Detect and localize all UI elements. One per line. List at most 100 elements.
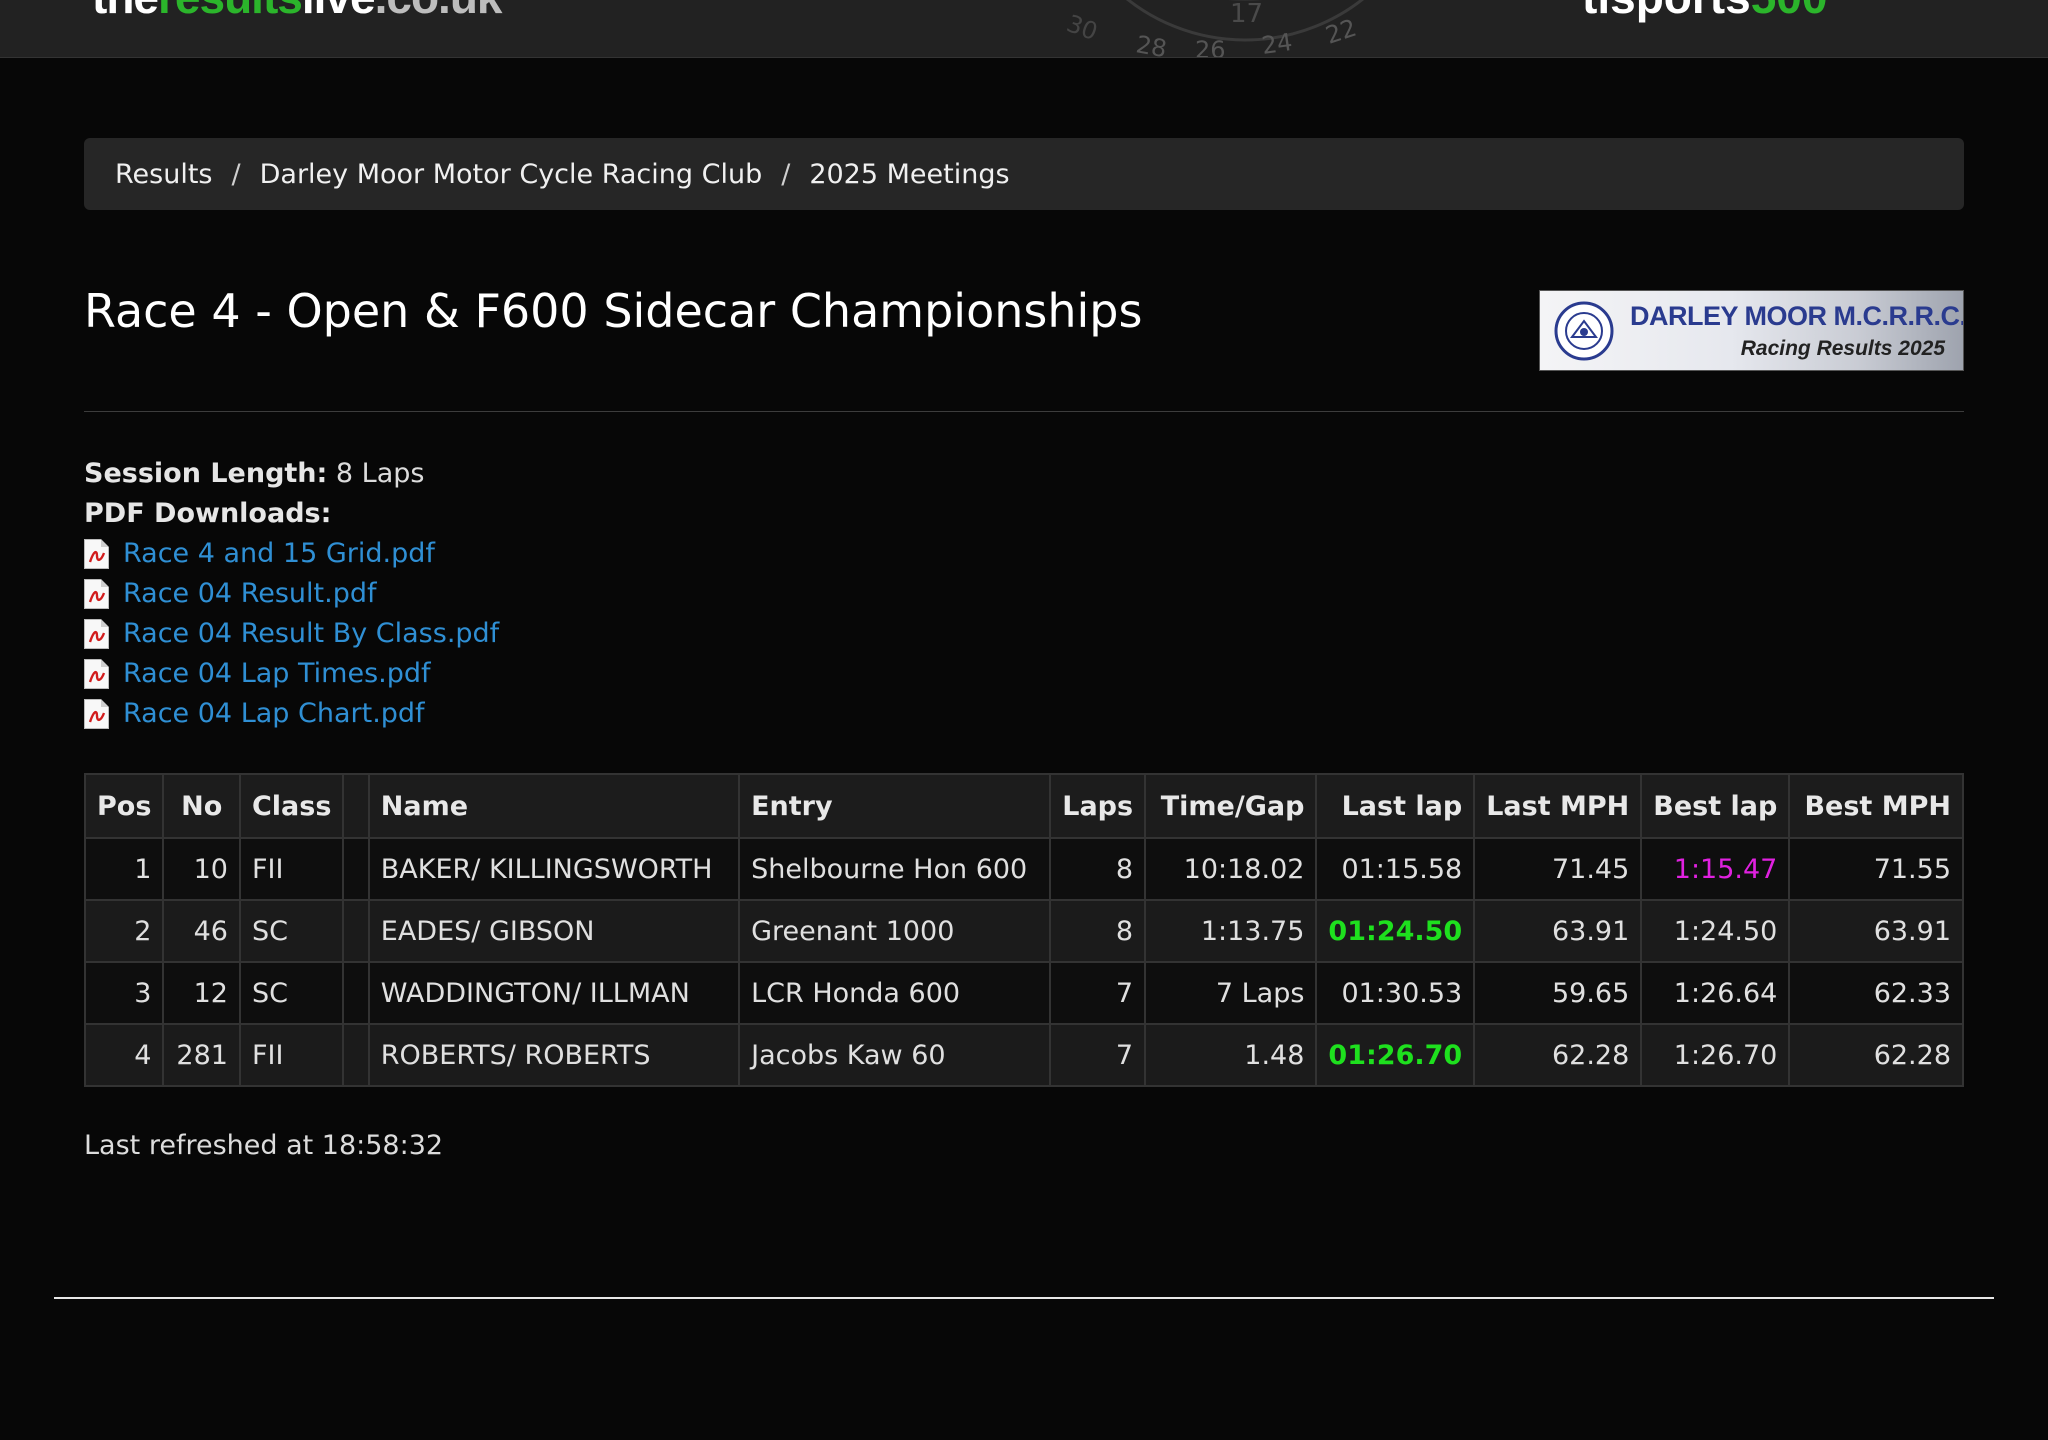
pdf-icon bbox=[84, 659, 109, 689]
dial-number: 22 bbox=[1322, 14, 1360, 50]
table-row[interactable]: 2 46 SC EADES/ GIBSON Greenant 1000 8 1:… bbox=[83, 899, 1964, 963]
col-header-time-gap[interactable]: Time/Gap bbox=[1144, 773, 1318, 839]
col-header-pos[interactable]: Pos bbox=[83, 773, 165, 839]
cell-laps: 7 bbox=[1049, 961, 1147, 1025]
cell-pos: 1 bbox=[83, 837, 165, 901]
cell-blank bbox=[342, 899, 370, 963]
col-header-class[interactable]: Class bbox=[238, 773, 345, 839]
breadcrumb: Results / Darley Moor Motor Cycle Racing… bbox=[84, 138, 1964, 210]
pdf-list-item: Race 04 Result By Class.pdf bbox=[84, 614, 499, 654]
session-length-value: 8 Laps bbox=[335, 458, 425, 489]
table-header-row: Pos No Class Name Entry Laps Time/Gap La… bbox=[83, 773, 1964, 839]
results-table: Pos No Class Name Entry Laps Time/Gap La… bbox=[83, 773, 1964, 1087]
pdf-list: Race 4 and 15 Grid.pdf Race 04 Result.pd… bbox=[84, 534, 499, 734]
pdf-list-item: Race 4 and 15 Grid.pdf bbox=[84, 534, 499, 574]
cell-best-mph: 63.91 bbox=[1788, 899, 1964, 963]
banner-subtitle: Racing Results 2025 bbox=[1740, 337, 1945, 360]
pdf-link-grid[interactable]: Race 4 and 15 Grid.pdf bbox=[123, 534, 435, 574]
col-header-best-lap[interactable]: Best lap bbox=[1640, 773, 1791, 839]
cell-best-lap-fastest: 1:15.47 bbox=[1640, 837, 1791, 901]
cell-laps: 8 bbox=[1049, 899, 1147, 963]
cell-last-mph: 62.28 bbox=[1473, 1023, 1643, 1087]
site-logo[interactable]: theresultslive.co.uk bbox=[92, 0, 503, 24]
cell-no: 10 bbox=[162, 837, 241, 901]
cell-time-gap: 7 Laps bbox=[1144, 961, 1318, 1025]
pdf-downloads-label: PDF Downloads: bbox=[84, 498, 332, 529]
breadcrumb-separator: / bbox=[231, 158, 241, 190]
pdf-list-item: Race 04 Lap Chart.pdf bbox=[84, 694, 499, 734]
cell-time-gap: 10:18.02 bbox=[1144, 837, 1318, 901]
cell-pos: 4 bbox=[83, 1023, 165, 1087]
cell-best-mph: 62.28 bbox=[1788, 1023, 1964, 1087]
pdf-list-item: Race 04 Result.pdf bbox=[84, 574, 499, 614]
cell-last-mph: 59.65 bbox=[1473, 961, 1643, 1025]
cell-entry: LCR Honda 600 bbox=[738, 961, 1052, 1025]
session-info: Session Length: 8 Laps PDF Downloads: Ra… bbox=[84, 454, 499, 734]
cell-last-mph: 71.45 bbox=[1473, 837, 1643, 901]
pdf-link-result-by-class[interactable]: Race 04 Result By Class.pdf bbox=[123, 614, 499, 654]
col-header-best-mph[interactable]: Best MPH bbox=[1788, 773, 1964, 839]
pdf-list-item: Race 04 Lap Times.pdf bbox=[84, 654, 499, 694]
footer-divider bbox=[54, 1297, 1994, 1299]
breadcrumb-results[interactable]: Results bbox=[115, 159, 213, 190]
cell-entry: Greenant 1000 bbox=[738, 899, 1052, 963]
title-divider bbox=[84, 411, 1964, 412]
cell-entry: Shelbourne Hon 600 bbox=[738, 837, 1052, 901]
dial-number: 28 bbox=[1134, 30, 1169, 58]
cell-no: 12 bbox=[162, 961, 241, 1025]
cell-best-lap: 1:26.64 bbox=[1640, 961, 1791, 1025]
dial-number: 24 bbox=[1260, 28, 1294, 58]
cell-best-mph: 71.55 bbox=[1788, 837, 1964, 901]
col-header-entry[interactable]: Entry bbox=[738, 773, 1052, 839]
cell-no: 281 bbox=[162, 1023, 241, 1087]
session-length: Session Length: 8 Laps bbox=[84, 454, 499, 494]
pdf-icon bbox=[84, 619, 109, 649]
cell-laps: 7 bbox=[1049, 1023, 1147, 1087]
col-header-laps[interactable]: Laps bbox=[1049, 773, 1147, 839]
cell-laps: 8 bbox=[1049, 837, 1147, 901]
cell-class: FII bbox=[238, 837, 345, 901]
cell-last-lap: 01:30.53 bbox=[1315, 961, 1476, 1025]
club-banner[interactable]: DARLEY MOOR M.C.R.R.C. Racing Results 20… bbox=[1539, 290, 1964, 371]
cell-best-lap: 1:24.50 bbox=[1640, 899, 1791, 963]
cell-class: SC bbox=[238, 961, 345, 1025]
cell-last-lap: 01:15.58 bbox=[1315, 837, 1476, 901]
table-row[interactable]: 3 12 SC WADDINGTON/ ILLMAN LCR Honda 600… bbox=[83, 961, 1964, 1025]
pdf-link-lap-chart[interactable]: Race 04 Lap Chart.pdf bbox=[123, 694, 425, 734]
dial-number: 26 bbox=[1195, 36, 1226, 58]
col-header-last-lap[interactable]: Last lap bbox=[1315, 773, 1476, 839]
col-header-name[interactable]: Name bbox=[367, 773, 741, 839]
cell-pos: 2 bbox=[83, 899, 165, 963]
cell-class: FII bbox=[238, 1023, 345, 1087]
cell-best-lap: 1:26.70 bbox=[1640, 1023, 1791, 1087]
dial-number: 30 bbox=[1063, 9, 1101, 46]
cell-no: 46 bbox=[162, 899, 241, 963]
cell-last-lap-personal-best: 01:24.50 bbox=[1315, 899, 1476, 963]
breadcrumb-club[interactable]: Darley Moor Motor Cycle Racing Club bbox=[260, 159, 763, 190]
table-row[interactable]: 4 281 FII ROBERTS/ ROBERTS Jacobs Kaw 60… bbox=[83, 1023, 1964, 1087]
col-header-blank bbox=[342, 773, 370, 839]
cell-blank bbox=[342, 1023, 370, 1087]
pdf-icon bbox=[84, 699, 109, 729]
cell-blank bbox=[342, 961, 370, 1025]
cell-pos: 3 bbox=[83, 961, 165, 1025]
site-header: theresultslive.co.uk 30 28 26 24 22 17 t… bbox=[0, 0, 2048, 58]
cell-last-mph: 63.91 bbox=[1473, 899, 1643, 963]
dial-graphic: 30 28 26 24 22 17 bbox=[1063, 0, 1364, 58]
breadcrumb-meetings[interactable]: 2025 Meetings bbox=[809, 159, 1009, 190]
col-header-no[interactable]: No bbox=[162, 773, 241, 839]
cell-last-lap-personal-best: 01:26.70 bbox=[1315, 1023, 1476, 1087]
sponsor-logo[interactable]: tlsports500 bbox=[1582, 0, 1827, 24]
table-row[interactable]: 1 10 FII BAKER/ KILLINGSWORTH Shelbourne… bbox=[83, 837, 1964, 901]
cell-name: WADDINGTON/ ILLMAN bbox=[367, 961, 741, 1025]
pdf-icon bbox=[84, 579, 109, 609]
session-length-label: Session Length: bbox=[84, 458, 328, 489]
pdf-link-lap-times[interactable]: Race 04 Lap Times.pdf bbox=[123, 654, 431, 694]
pdf-link-result[interactable]: Race 04 Result.pdf bbox=[123, 574, 376, 614]
breadcrumb-separator: / bbox=[781, 158, 791, 190]
cell-name: BAKER/ KILLINGSWORTH bbox=[367, 837, 741, 901]
cell-name: ROBERTS/ ROBERTS bbox=[367, 1023, 741, 1087]
col-header-last-mph[interactable]: Last MPH bbox=[1473, 773, 1643, 839]
pdf-icon bbox=[84, 539, 109, 569]
cell-entry: Jacobs Kaw 60 bbox=[738, 1023, 1052, 1087]
